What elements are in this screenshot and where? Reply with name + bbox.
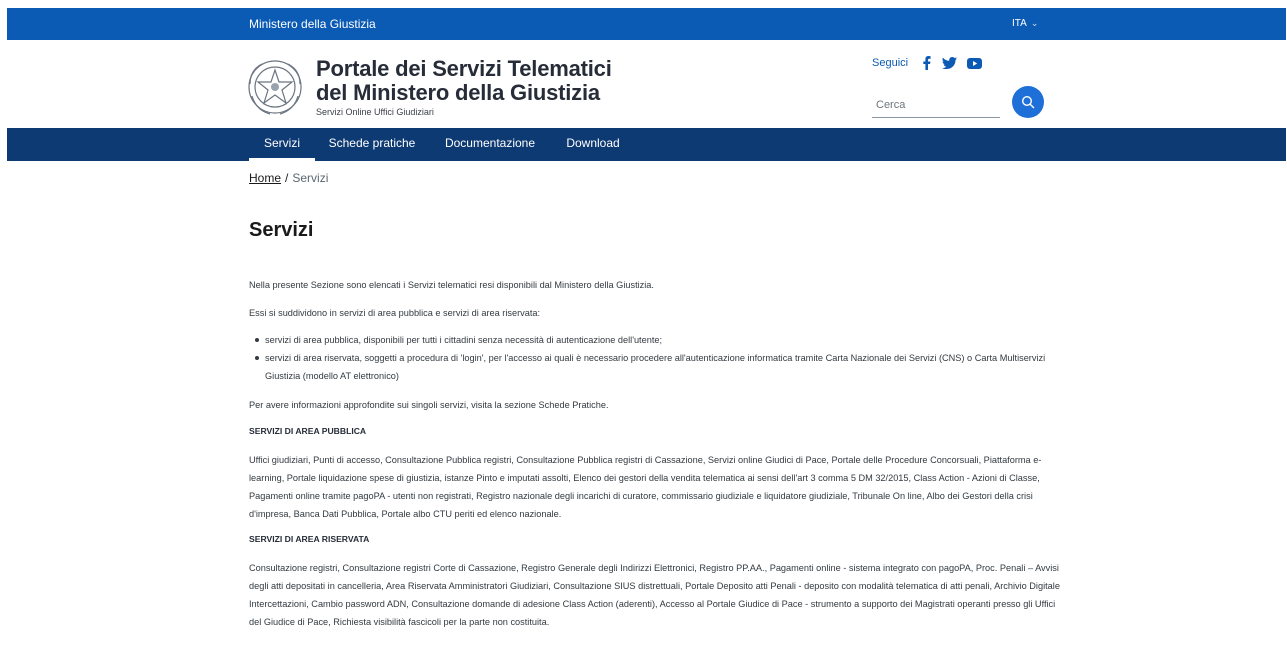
twitter-icon[interactable] xyxy=(941,56,957,70)
site-title-line-2: del Ministero della Giustizia xyxy=(316,80,600,105)
service-types-list: servizi di area pubblica, disponibili pe… xyxy=(249,331,1061,385)
republic-emblem-icon[interactable] xyxy=(244,56,306,118)
reserved-services-heading: SERVIZI DI AREA RISERVATA xyxy=(249,534,370,544)
breadcrumb: Home / Servizi xyxy=(249,171,328,185)
ministry-link[interactable]: Ministero della Giustizia xyxy=(249,17,376,31)
more-info-paragraph: Per avere informazioni approfondite sui … xyxy=(249,400,609,410)
nav-item-schede-pratiche[interactable]: Schede pratiche xyxy=(322,128,422,161)
breadcrumb-current: Servizi xyxy=(292,171,329,185)
breadcrumb-home-link[interactable]: Home xyxy=(249,171,281,185)
nav-item-documentazione[interactable]: Documentazione xyxy=(438,128,542,161)
public-services-heading: SERVIZI DI AREA PUBBLICA xyxy=(249,426,367,436)
list-item: servizi di area riservata, soggetti a pr… xyxy=(249,349,1061,385)
nav-item-servizi[interactable]: Servizi xyxy=(249,128,315,161)
slim-header: Ministero della Giustizia ITA ⌄ xyxy=(7,8,1286,40)
search-input[interactable] xyxy=(872,88,1000,118)
site-title-line-1: Portale dei Servizi Telematici xyxy=(316,56,612,81)
intro-paragraph: Nella presente Sezione sono elencati i S… xyxy=(249,280,654,290)
follow-label: Seguici xyxy=(872,57,909,69)
center-header xyxy=(0,40,1287,128)
site-title[interactable]: Portale dei Servizi Telematici del Minis… xyxy=(316,57,612,105)
language-label: ITA xyxy=(1012,18,1027,29)
chevron-down-icon: ⌄ xyxy=(1030,18,1039,28)
public-services-text: Uffici giudiziari, Punti di accesso, Con… xyxy=(249,455,1042,519)
page-title: Servizi xyxy=(249,219,314,241)
nav-item-download[interactable]: Download xyxy=(556,128,630,161)
language-selector[interactable]: ITA ⌄ xyxy=(1012,18,1038,29)
site-subtitle: Servizi Online Uffici Giudiziari xyxy=(316,107,434,117)
reserved-services-text: Consultazione registri, Consultazione re… xyxy=(249,563,1060,627)
youtube-icon[interactable] xyxy=(966,56,982,70)
main-navbar: Servizi Schede pratiche Documentazione D… xyxy=(7,128,1286,161)
search-button[interactable] xyxy=(1012,86,1044,118)
facebook-icon[interactable] xyxy=(918,56,934,70)
breadcrumb-separator: / xyxy=(285,171,289,185)
list-item: servizi di area pubblica, disponibili pe… xyxy=(249,331,1061,349)
split-paragraph: Essi si suddividono in servizi di area p… xyxy=(249,308,541,318)
search-icon xyxy=(1021,95,1035,109)
